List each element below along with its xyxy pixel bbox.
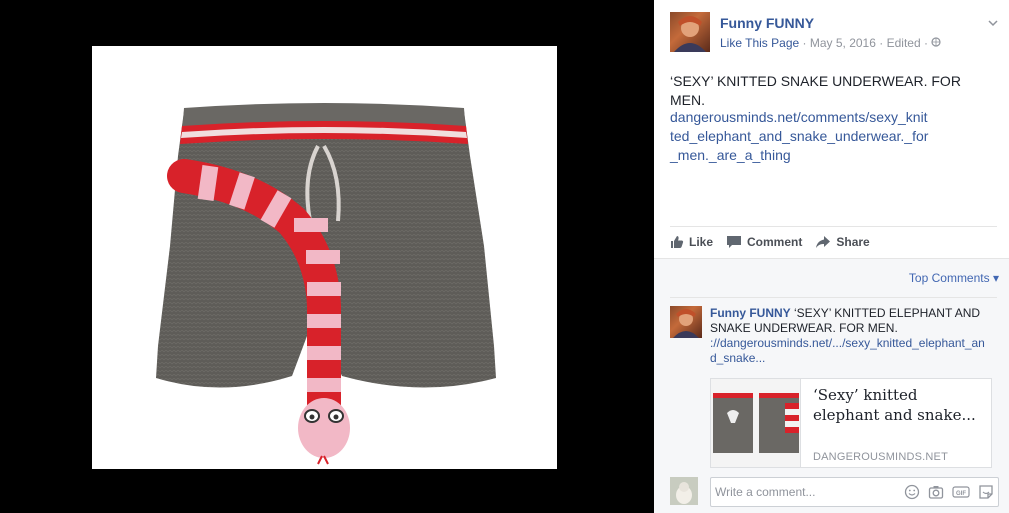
divider: [670, 297, 997, 298]
share-icon: [816, 236, 831, 248]
post-actions: Like Comment Share: [670, 231, 883, 253]
meta-separator: ·: [923, 36, 928, 50]
svg-text:GIF: GIF: [956, 491, 966, 497]
comment-avatar[interactable]: [670, 306, 702, 338]
comments-section: Top Comments ▾ Funny FUNNY ‘SEXY’ KNITTE…: [654, 258, 1009, 513]
chevron-down-icon[interactable]: [986, 16, 1000, 30]
write-comment-row: Write a comment... GIF: [670, 477, 1000, 509]
comment-icon: [727, 236, 742, 248]
user-avatar: [670, 477, 698, 505]
top-comments-dropdown[interactable]: Top Comments ▾: [909, 271, 999, 285]
like-label: Like: [689, 235, 714, 249]
preview-title: ‘Sexy’ knitted elephant and snake...: [813, 386, 976, 424]
emoji-icon[interactable]: [904, 484, 920, 505]
sticker-icon[interactable]: [978, 484, 994, 505]
link-preview-card[interactable]: ‘Sexy’ knitted elephant and snake... DAN…: [710, 378, 992, 468]
share-label: Share: [836, 235, 870, 249]
meta-separator: ·: [879, 36, 884, 50]
like-page-link[interactable]: Like This Page: [720, 36, 799, 50]
meta-separator: ·: [802, 36, 807, 50]
gif-icon[interactable]: GIF: [952, 484, 970, 505]
comment-link[interactable]: ://dangerousminds.net/.../sexy_knitted_e…: [710, 336, 985, 365]
post-message: ‘SEXY’ KNITTED SNAKE UNDERWEAR. FOR MEN.: [670, 73, 961, 108]
photo-viewer-stage: [0, 0, 654, 513]
edited-label[interactable]: Edited: [887, 36, 921, 50]
caret-icon: ▾: [992, 271, 999, 285]
thumbs-up-icon: [671, 236, 684, 248]
post-meta: Like This Page · May 5, 2016 · Edited ·: [720, 36, 941, 50]
divider: [670, 226, 997, 227]
comment-button[interactable]: Comment: [726, 235, 802, 249]
post-header: Funny FUNNY Like This Page · May 5, 2016…: [670, 12, 1000, 56]
globe-icon[interactable]: [931, 36, 941, 50]
post-sidebar: Funny FUNNY Like This Page · May 5, 2016…: [654, 0, 1009, 513]
share-button[interactable]: Share: [815, 235, 870, 249]
comment-input-icons: GIF: [896, 484, 994, 505]
post-photo[interactable]: [92, 46, 557, 469]
avatar-image: [673, 309, 699, 338]
page-name-link[interactable]: Funny FUNNY: [720, 15, 814, 31]
comment-label: Comment: [747, 235, 803, 249]
comment-author[interactable]: Funny FUNNY: [710, 306, 791, 320]
like-button[interactable]: Like: [670, 235, 713, 249]
knitted-underwear-image: [156, 103, 496, 465]
avatar-image: [674, 16, 706, 52]
post-date[interactable]: May 5, 2016: [810, 36, 876, 50]
camera-icon[interactable]: [928, 484, 944, 505]
page-avatar[interactable]: [670, 12, 710, 52]
comment-body: Funny FUNNY ‘SEXY’ KNITTED ELEPHANT AND …: [710, 306, 985, 366]
preview-thumbnail: [711, 379, 801, 467]
sort-label: Top Comments: [908, 271, 990, 285]
preview-domain: DANGEROUSMINDS.NET: [813, 451, 948, 463]
post-link[interactable]: dangerousminds.net/comments/sexy_knitted…: [670, 108, 930, 165]
